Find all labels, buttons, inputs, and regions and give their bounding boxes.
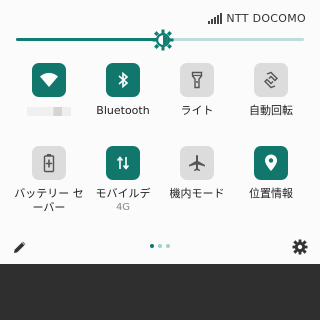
tile-battery-saver-label: バッテリー セーバー	[14, 187, 84, 214]
tile-location-label: 位置情報	[249, 187, 293, 200]
wifi-network-name-redacted	[27, 107, 71, 116]
tile-battery-saver[interactable]: バッテリー セーバー	[12, 146, 86, 215]
carrier-name: NTT DOCOMO	[226, 12, 306, 25]
brightness-sun-icon[interactable]	[152, 29, 174, 51]
tile-battery-saver-button[interactable]	[32, 146, 66, 180]
flashlight-icon	[191, 71, 203, 89]
mobile-data-icon	[116, 156, 130, 170]
tile-wifi[interactable]	[12, 63, 86, 123]
status-bar: NTT DOCOMO	[208, 12, 306, 25]
tile-bluetooth[interactable]: Bluetooth	[86, 63, 160, 118]
tile-autorotate-button[interactable]	[254, 63, 288, 97]
tile-mobile-data[interactable]: モバイルデ 4G	[86, 146, 160, 214]
auto-rotate-icon	[264, 71, 278, 89]
tile-mobile-data-button[interactable]	[106, 146, 140, 180]
tile-airplane-button[interactable]	[180, 146, 214, 180]
pencil-icon[interactable]	[12, 239, 28, 255]
tile-location-button[interactable]	[254, 146, 288, 180]
bluetooth-icon	[118, 71, 129, 89]
background-app-area	[0, 264, 320, 320]
page-indicator	[150, 244, 170, 248]
tile-bluetooth-button[interactable]	[106, 63, 140, 97]
tile-flashlight[interactable]: ライト	[160, 63, 234, 118]
wifi-icon	[40, 72, 58, 87]
airplane-icon	[189, 155, 205, 171]
brightness-slider[interactable]	[16, 29, 304, 51]
location-icon	[265, 154, 277, 171]
page-dot	[166, 244, 170, 248]
tile-airplane[interactable]: 機内モード	[160, 146, 234, 201]
tile-location[interactable]: 位置情報	[234, 146, 308, 201]
tile-bluetooth-label: Bluetooth	[96, 104, 150, 117]
tile-flashlight-label: ライト	[180, 104, 214, 117]
page-dot-active	[150, 244, 154, 248]
signal-icon	[208, 13, 223, 24]
page-dot	[158, 244, 162, 248]
tile-airplane-label: 機内モード	[169, 187, 225, 200]
brightness-slider-fill	[16, 38, 163, 41]
tile-wifi-button[interactable]	[32, 63, 66, 97]
tile-autorotate[interactable]: 自動回転	[234, 63, 308, 118]
tile-mobile-data-sublabel: 4G	[115, 202, 131, 213]
battery-saver-icon	[43, 154, 55, 173]
tile-autorotate-label: 自動回転	[249, 104, 293, 117]
gear-icon[interactable]	[292, 239, 308, 255]
tile-mobile-data-label: モバイルデ	[95, 187, 151, 200]
quick-settings-panel: NTT DOCOMO Bluetooth ライト 自動回転 バッテリー セーバー…	[0, 0, 320, 264]
tile-flashlight-button[interactable]	[180, 63, 214, 97]
